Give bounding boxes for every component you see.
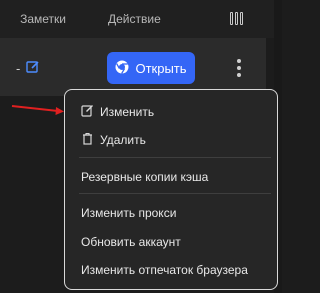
open-browser-button[interactable]: Открыть [107,52,195,84]
column-header-notes: Заметки [20,12,66,26]
columns-icon[interactable] [230,12,248,26]
menu-item-label: Обновить аккаунт [81,235,181,249]
open-button-label: Открыть [135,60,187,76]
table-header: Заметки Действие [0,0,274,38]
menu-item-change-proxy[interactable]: Изменить прокси [81,206,176,220]
menu-item-label: Изменить прокси [81,206,177,220]
notes-value: - [16,61,21,76]
menu-item-edit[interactable]: Изменить [81,104,154,120]
edit-note-icon[interactable] [26,60,40,74]
menu-item-label: Резервные копии кэша [81,170,209,184]
edit-icon [81,104,94,120]
menu-item-update-account[interactable]: Обновить аккаунт [81,235,181,249]
menu-divider [79,157,271,158]
column-header-action: Действие [108,12,161,26]
chrome-icon [115,60,129,77]
menu-divider [79,193,271,194]
menu-item-label: Изменить отпечаток браузера [81,263,248,277]
menu-item-delete[interactable]: Удалить [81,132,146,148]
trash-icon [81,132,94,148]
menu-item-label: Изменить [100,105,155,119]
menu-item-cache-backups[interactable]: Резервные копии кэша [81,170,208,184]
menu-item-change-fingerprint[interactable]: Изменить отпечаток браузера [81,263,248,277]
more-vertical-icon[interactable] [234,57,244,79]
red-arrow-annotation [11,105,64,115]
menu-item-label: Удалить [100,133,146,147]
context-menu: Изменить Удалить Резервные копии кэша Из… [64,89,278,290]
